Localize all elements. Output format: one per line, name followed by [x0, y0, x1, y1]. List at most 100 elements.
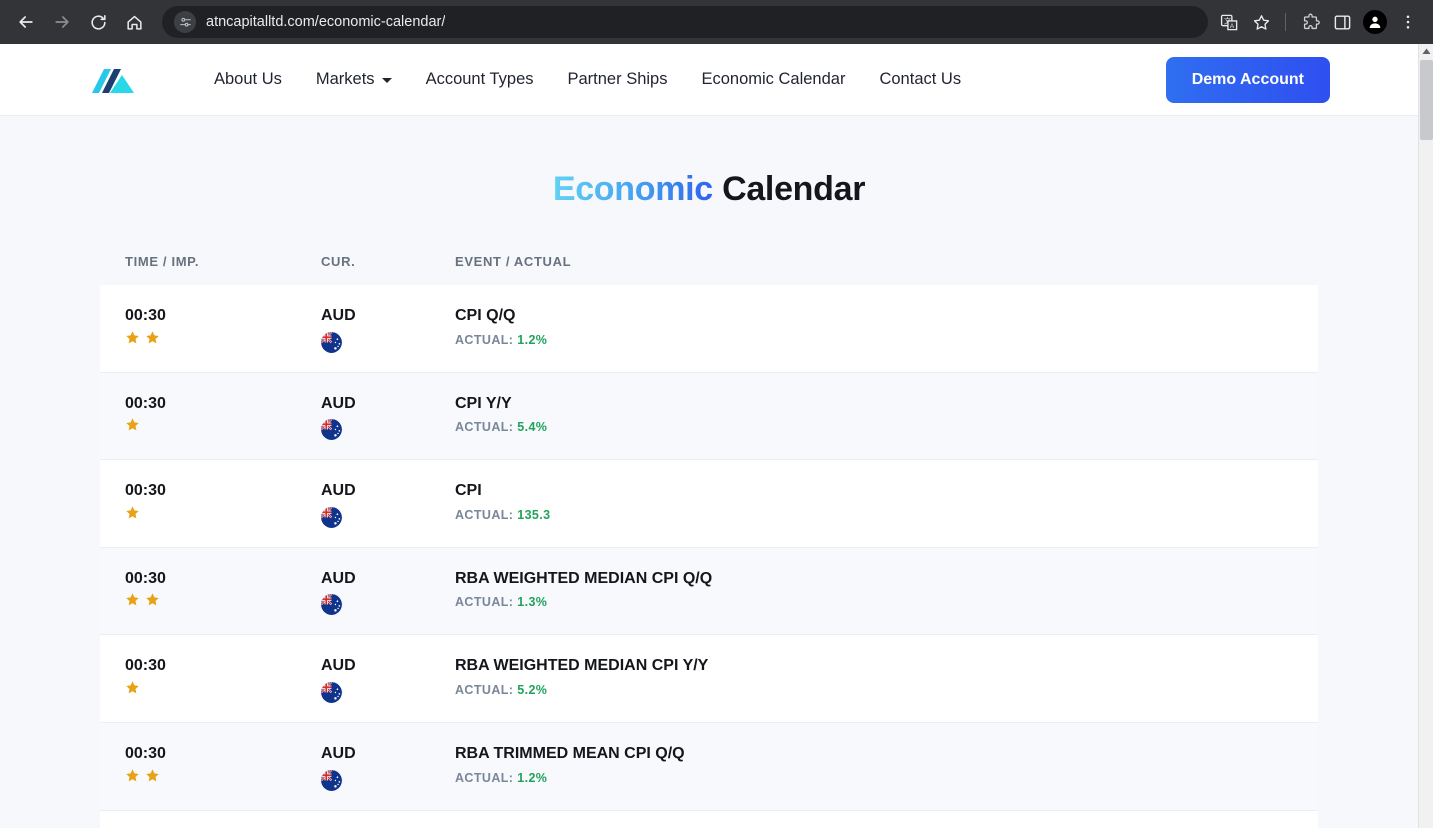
event-actual: ACTUAL: 5.4% — [455, 420, 548, 435]
event-time: 00:30 — [125, 307, 166, 324]
scrollbar-thumb[interactable] — [1420, 60, 1433, 140]
cell-event-actual: RBA TRIMMED MEAN CPI Q/Q ACTUAL: 1.2% — [455, 743, 1318, 785]
actual-value: 1.3% — [517, 595, 548, 610]
actual-value: 135.3 — [517, 507, 551, 522]
au-flag-icon — [321, 506, 342, 528]
table-body: 00:30 AUD CPI Q/Q ACTUAL: 1.2% 00:30 AUD CPI Y… — [100, 285, 1318, 828]
event-name: RBA TRIMMED MEAN CPI Q/Q — [455, 744, 685, 762]
chrome-menu-icon[interactable] — [1393, 6, 1423, 38]
address-bar-url: atncapitalltd.com/economic-calendar/ — [206, 14, 446, 30]
cell-event-actual: CPI ACTUAL: 135.3 — [455, 480, 1318, 522]
cell-time-importance: 00:30 — [125, 393, 321, 433]
calendar-row[interactable]: 00:30 AUD CPI Q/Q ACTUAL: 1.2% — [100, 285, 1318, 373]
page-title-accent: Economic — [552, 170, 713, 208]
event-name: CPI Y/Y — [455, 394, 512, 412]
address-bar[interactable]: atncapitalltd.com/economic-calendar/ — [162, 6, 1208, 38]
actual-value: 5.2% — [517, 682, 548, 697]
primary-nav: About Us Markets Account Types Partner S… — [214, 70, 961, 89]
calendar-row[interactable]: 00:30 AUD RBA TRIMMED MEAN CPI Q/Q ACTUAL: … — [100, 722, 1318, 811]
site-info-icon[interactable] — [174, 11, 196, 33]
importance-rating — [125, 680, 321, 695]
nav-item-contact-us[interactable]: Contact Us — [879, 70, 961, 89]
cell-event-actual: CPI Q/Q ACTUAL: 1.2% — [455, 305, 1318, 347]
side-panel-icon[interactable] — [1327, 6, 1357, 38]
cell-event-actual: CPI Y/Y ACTUAL: 5.4% — [455, 393, 1318, 435]
currency-code: AUD — [321, 744, 356, 762]
nav-item-economic-calendar[interactable]: Economic Calendar — [701, 70, 845, 89]
nav-label: Markets — [315, 70, 375, 88]
column-header-time: TIME / IMP. — [125, 254, 200, 269]
cell-currency: AUD — [321, 743, 455, 791]
translate-icon[interactable]: 文 A — [1214, 6, 1244, 38]
event-actual: ACTUAL: 1.3% — [455, 595, 548, 610]
back-icon[interactable] — [10, 6, 42, 38]
calendar-row[interactable]: 00:30AUDRBA TRIMMED MEAN CPI Y/YACTUAL: … — [100, 810, 1318, 828]
economic-calendar-table: TIME / IMP. CUR. EVENT / ACTUAL 00:30 AUD… — [100, 254, 1318, 828]
au-flag-icon — [321, 769, 342, 791]
nav-item-account-types[interactable]: Account Types — [426, 70, 534, 89]
page-scrollbar[interactable] — [1418, 44, 1433, 828]
importance-star-icon — [126, 681, 139, 694]
importance-rating — [125, 592, 321, 607]
nav-label: Partner Ships — [567, 70, 668, 88]
nav-label: Account Types — [425, 70, 534, 88]
importance-star-icon — [126, 506, 139, 519]
cell-event-actual: RBA WEIGHTED MEDIAN CPI Q/Q ACTUAL: 1.3% — [455, 568, 1318, 610]
importance-rating — [125, 768, 321, 783]
event-time: 00:30 — [125, 744, 166, 762]
au-flag-icon — [321, 594, 342, 616]
browser-nav-buttons — [10, 6, 150, 38]
event-name: RBA WEIGHTED MEDIAN CPI Y/Y — [455, 657, 709, 675]
browser-actions: 文 A — [1214, 6, 1423, 38]
importance-rating — [125, 505, 321, 520]
nav-item-markets[interactable]: Markets — [316, 70, 392, 89]
nav-item-about-us[interactable]: About Us — [214, 70, 282, 89]
event-actual: ACTUAL: 1.2% — [455, 770, 548, 785]
event-actual: ACTUAL: 5.2% — [455, 682, 548, 697]
reload-icon[interactable] — [82, 6, 114, 38]
event-actual: ACTUAL: 1.2% — [455, 332, 548, 347]
calendar-row[interactable]: 00:30 AUD RBA WEIGHTED MEDIAN CPI Y/Y ACTUA… — [100, 635, 1318, 723]
event-time: 00:30 — [125, 394, 166, 412]
site-header: About Us Markets Account Types Partner S… — [0, 44, 1418, 116]
event-time: 00:30 — [125, 657, 166, 675]
home-icon[interactable] — [118, 6, 150, 38]
cell-currency: AUD — [321, 393, 455, 441]
cell-currency: AUD — [321, 305, 455, 353]
cell-event-actual: RBA WEIGHTED MEDIAN CPI Y/Y ACTUAL: 5.2% — [455, 655, 1318, 697]
actual-value: 5.4% — [517, 420, 548, 435]
nav-label: Economic Calendar — [701, 70, 846, 88]
calendar-row[interactable]: 00:30 AUD CPI Y/Y ACTUAL: 5.4% — [100, 372, 1318, 461]
table-header-row: TIME / IMP. CUR. EVENT / ACTUAL — [100, 254, 1318, 285]
importance-star-icon — [126, 418, 139, 431]
extensions-icon[interactable] — [1295, 6, 1325, 38]
currency-code: AUD — [321, 307, 356, 324]
cell-time-importance: 00:30 — [125, 568, 321, 608]
au-flag-icon — [321, 681, 342, 703]
importance-star-icon — [126, 593, 139, 606]
currency-code: AUD — [321, 657, 356, 675]
event-name: CPI — [455, 482, 482, 500]
importance-star-icon — [126, 768, 139, 781]
scroll-up-arrow-icon[interactable] — [1419, 44, 1433, 59]
site-logo[interactable] — [86, 63, 146, 97]
importance-star-icon — [146, 593, 159, 606]
calendar-row[interactable]: 00:30 AUD CPI ACTUAL: 135.3 — [100, 460, 1318, 548]
forward-icon[interactable] — [46, 6, 78, 38]
au-flag-icon — [321, 419, 342, 441]
chevron-down-icon — [381, 78, 392, 83]
actual-value: 1.2% — [517, 332, 548, 347]
nav-label: About Us — [214, 70, 282, 88]
event-actual: ACTUAL: 135.3 — [455, 507, 551, 522]
column-header-currency: CUR. — [321, 254, 356, 269]
calendar-row[interactable]: 00:30 AUD RBA WEIGHTED MEDIAN CPI Q/Q ACTUA… — [100, 547, 1318, 636]
event-name: RBA WEIGHTED MEDIAN CPI Q/Q — [455, 569, 713, 587]
demo-account-button[interactable]: Demo Account — [1165, 56, 1330, 103]
event-time: 00:30 — [125, 569, 166, 587]
bookmark-star-icon[interactable] — [1246, 6, 1276, 38]
cell-time-importance: 00:30 — [125, 480, 321, 520]
importance-star-icon — [146, 768, 159, 781]
cell-time-importance: 00:30 — [125, 305, 321, 345]
nav-item-partner-ships[interactable]: Partner Ships — [568, 70, 668, 89]
profile-avatar[interactable] — [1363, 10, 1387, 34]
